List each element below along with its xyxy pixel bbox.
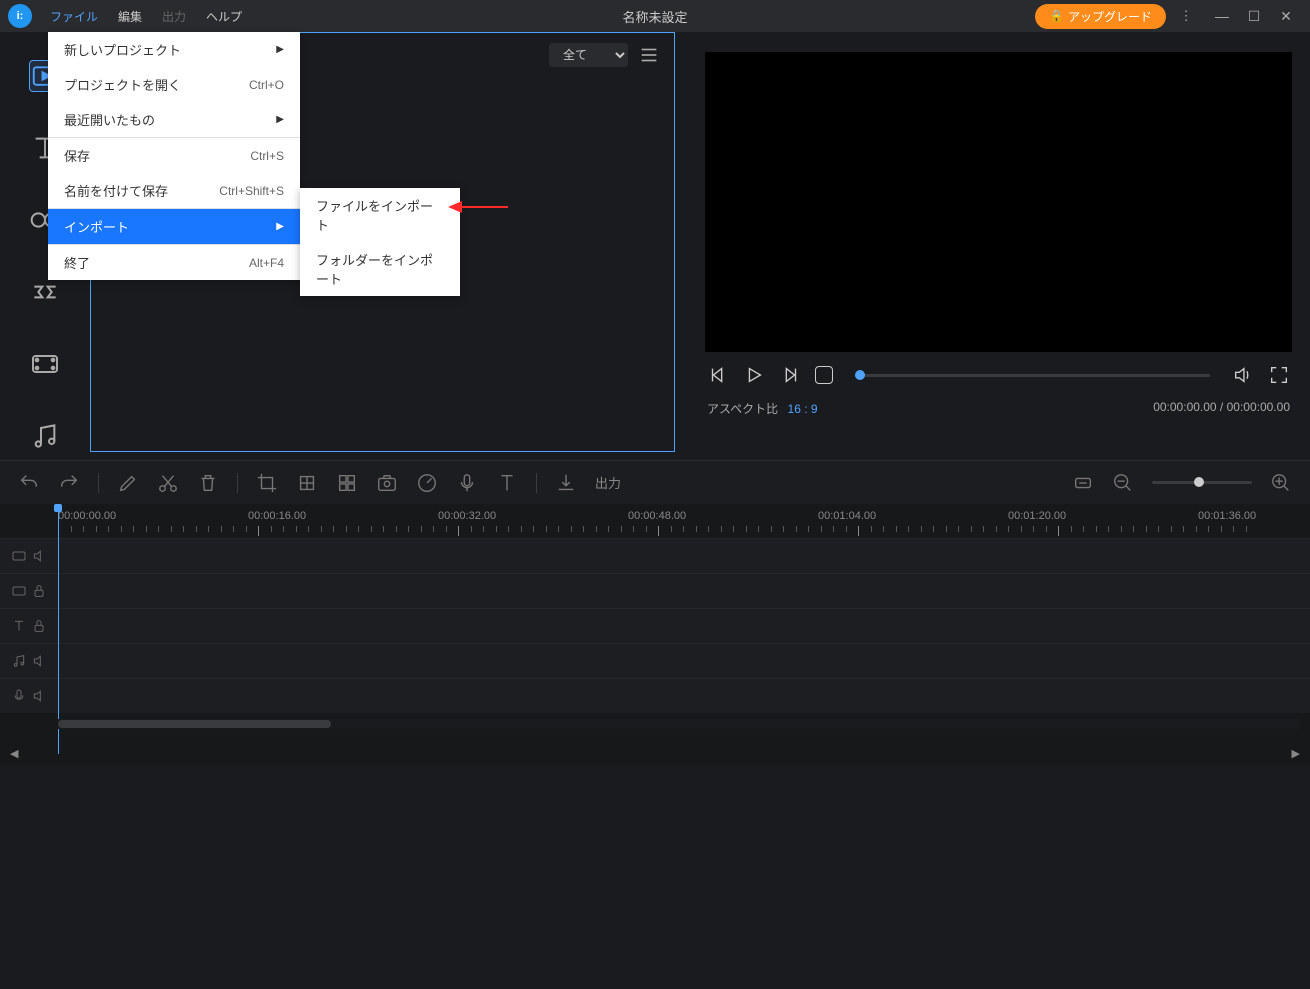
menu-item-label: 新しいプロジェクト — [64, 40, 181, 59]
mic-track-icon — [11, 688, 27, 704]
menu-save[interactable]: 保存 Ctrl+S — [48, 138, 300, 173]
menu-item-label: 保存 — [64, 146, 90, 165]
arrow-indicator — [448, 198, 1310, 989]
list-view-icon[interactable] — [638, 44, 660, 66]
menu-item-label: 名前を付けて保存 — [64, 181, 168, 200]
app-logo: i: — [8, 4, 32, 28]
menu-new-project[interactable]: 新しいプロジェクト ▶ — [48, 32, 300, 67]
minimize-button[interactable]: — — [1206, 2, 1238, 30]
shortcut-label: Ctrl+Shift+S — [219, 184, 284, 198]
document-title: 名称未設定 — [622, 7, 687, 26]
mute-icon[interactable] — [31, 548, 47, 564]
shortcut-label: Ctrl+O — [249, 78, 284, 92]
chevron-right-icon: ▶ — [276, 221, 284, 232]
playhead[interactable] — [58, 504, 59, 754]
shortcut-label: Alt+F4 — [249, 256, 284, 270]
menu-item-label: プロジェクトを開く — [64, 75, 181, 94]
text-track-icon — [11, 618, 27, 634]
crop-icon[interactable] — [256, 472, 278, 494]
maximize-button[interactable]: ☐ — [1238, 2, 1270, 30]
lock-icon[interactable] — [31, 583, 47, 599]
menu-import[interactable]: インポート ▶ — [48, 209, 300, 244]
menu-file[interactable]: ファイル — [40, 4, 108, 29]
menu-item-label: 終了 — [64, 253, 90, 272]
lock-icon[interactable] — [31, 618, 47, 634]
scroll-left-icon[interactable]: ◀ — [10, 747, 18, 760]
cut-icon[interactable] — [157, 472, 179, 494]
shortcut-label: Ctrl+S — [250, 149, 284, 163]
media-filter-select[interactable]: 全て — [549, 43, 628, 67]
speed-icon[interactable] — [416, 472, 438, 494]
chevron-right-icon: ▶ — [276, 44, 284, 55]
sidebar-transition-icon[interactable] — [29, 276, 61, 308]
menu-import-file[interactable]: ファイルをインポート — [300, 188, 460, 242]
more-button[interactable]: ⋮ — [1174, 4, 1198, 28]
snapshot-icon[interactable] — [376, 472, 398, 494]
grid-icon[interactable] — [336, 472, 358, 494]
audio-track-icon — [11, 653, 27, 669]
rotate-icon[interactable] — [296, 472, 318, 494]
menu-import-folder[interactable]: フォルダーをインポート — [300, 242, 460, 296]
menu-output[interactable]: 出力 — [152, 4, 196, 29]
delete-icon[interactable] — [197, 472, 219, 494]
mute-icon[interactable] — [31, 653, 47, 669]
import-submenu: ファイルをインポート フォルダーをインポート — [300, 188, 460, 296]
upgrade-label: アップグレード — [1068, 8, 1152, 25]
menu-item-label: 最近開いたもの — [64, 110, 155, 129]
menu-item-label: インポート — [64, 217, 129, 236]
menu-recent[interactable]: 最近開いたもの ▶ — [48, 102, 300, 137]
titlebar: i: ファイル 編集 出力 ヘルプ 名称未設定 🔒 アップグレード ⋮ — ☐ … — [0, 0, 1310, 32]
menu-save-as[interactable]: 名前を付けて保存 Ctrl+Shift+S — [48, 173, 300, 208]
menu-help[interactable]: ヘルプ — [196, 4, 252, 29]
ruler-label: 00:00:16.00 — [248, 510, 306, 522]
mute-icon[interactable] — [31, 688, 47, 704]
upgrade-button[interactable]: 🔒 アップグレード — [1035, 4, 1166, 29]
video-track-icon — [11, 548, 27, 564]
menu-edit[interactable]: 編集 — [108, 4, 152, 29]
close-button[interactable]: ✕ — [1270, 2, 1302, 30]
redo-icon[interactable] — [58, 472, 80, 494]
menu-open-project[interactable]: プロジェクトを開く Ctrl+O — [48, 67, 300, 102]
chevron-right-icon: ▶ — [276, 114, 284, 125]
sidebar-overlay-icon[interactable] — [29, 348, 61, 380]
undo-icon[interactable] — [18, 472, 40, 494]
edit-icon[interactable] — [117, 472, 139, 494]
ruler-label: 00:00:00.00 — [58, 510, 116, 522]
file-dropdown-menu: 新しいプロジェクト ▶ プロジェクトを開く Ctrl+O 最近開いたもの ▶ 保… — [48, 32, 300, 280]
sidebar-audio-icon[interactable] — [29, 420, 61, 452]
menu-exit[interactable]: 終了 Alt+F4 — [48, 245, 300, 280]
lock-icon: 🔒 — [1049, 9, 1064, 23]
video-track-icon — [11, 583, 27, 599]
